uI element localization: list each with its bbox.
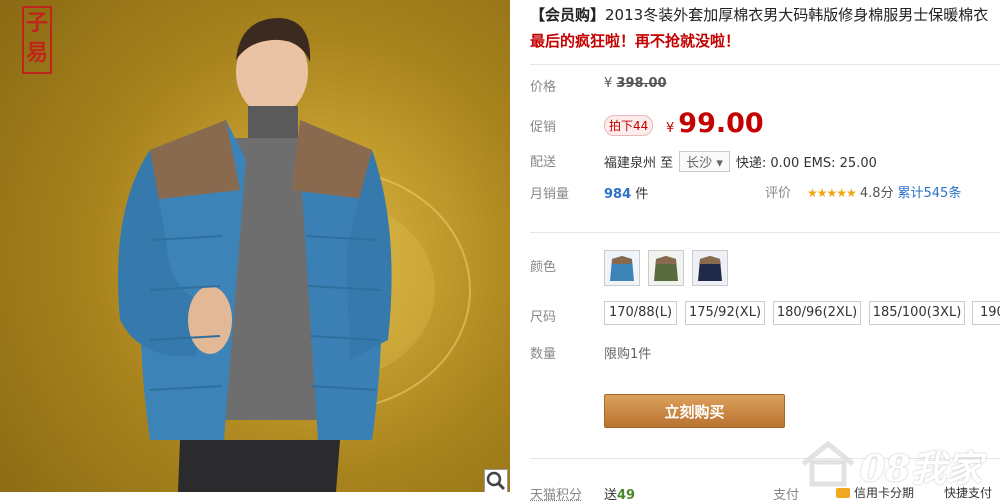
- promotion-price: ¥99.00: [666, 108, 764, 139]
- tmall-points: 送49: [604, 484, 635, 503]
- size-label: 尺码: [530, 306, 556, 325]
- tmall-points-label: 天猫积分: [530, 484, 582, 503]
- size-option[interactable]: 175/92(XL): [685, 301, 765, 325]
- delivery-info: 福建泉州 至长沙 ▾ 快递: 0.00 EMS: 25.00: [604, 151, 877, 172]
- size-option[interactable]: 185/100(3XL): [869, 301, 965, 325]
- color-swatch-navy[interactable]: [692, 250, 728, 286]
- size-option[interactable]: 170/88(L): [604, 301, 677, 325]
- product-info-panel: 【会员购】2013冬装外套加厚棉衣男大码韩版修身棉服男士保暖棉衣 最后的疯狂啦！…: [520, 0, 1000, 503]
- chevron-down-icon: ▾: [716, 156, 723, 171]
- product-title: 【会员购】2013冬装外套加厚棉衣男大码韩版修身棉服男士保暖棉衣: [530, 4, 988, 25]
- original-price: ¥ 398.00: [604, 76, 667, 91]
- payment-label: 支付: [773, 484, 799, 503]
- quantity-label: 数量: [530, 343, 556, 362]
- color-swatch-blue[interactable]: [604, 250, 640, 286]
- review-count-link[interactable]: 累计545条: [898, 186, 962, 201]
- color-label: 颜色: [530, 256, 556, 275]
- price-label: 价格: [530, 76, 556, 95]
- rating: 评价 ★★★★★ 4.8分 累计545条: [765, 182, 961, 201]
- purchase-limit: 限购1件: [604, 343, 651, 362]
- zoom-icon[interactable]: [484, 469, 508, 492]
- city-select[interactable]: 长沙 ▾: [679, 151, 730, 172]
- size-option[interactable]: 180/96(2XL): [773, 301, 861, 325]
- product-image[interactable]: 子 易: [0, 0, 510, 492]
- home-watermark-icon: [798, 438, 858, 491]
- divider: [530, 64, 1000, 65]
- product-model-illustration: [0, 0, 510, 492]
- size-option[interactable]: 190: [972, 301, 1000, 325]
- star-rating-icon: ★★★★★: [807, 186, 856, 200]
- color-swatch-army-green[interactable]: [648, 250, 684, 286]
- brand-logo: 子 易: [22, 6, 52, 74]
- divider: [530, 232, 1000, 233]
- promotion-label: 促销: [530, 116, 556, 135]
- buy-now-button[interactable]: 立刻购买: [604, 394, 785, 428]
- promotion-badge: 拍下44: [604, 115, 653, 136]
- promo-slogan: 最后的疯狂啦！再不抢就没啦！: [530, 30, 740, 51]
- delivery-label: 配送: [530, 151, 556, 170]
- sales-label: 月销量: [530, 183, 569, 202]
- monthly-sales: 984 件: [604, 183, 648, 202]
- watermark-text: 08我家: [860, 440, 982, 492]
